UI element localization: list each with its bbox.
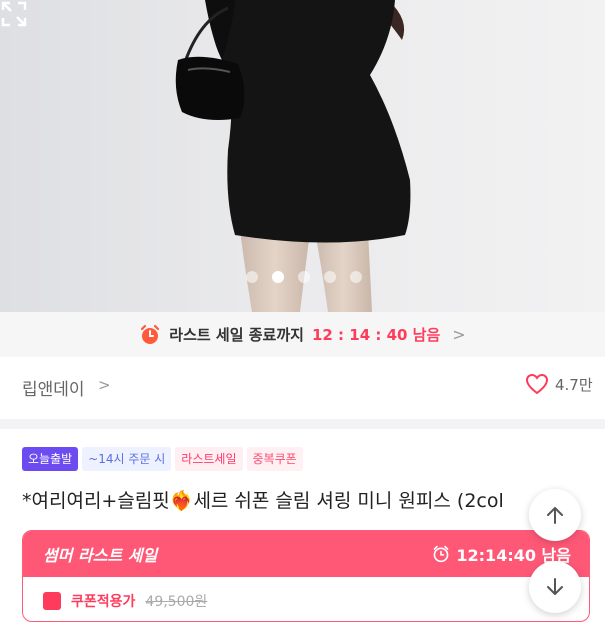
arrow-down-icon bbox=[547, 578, 563, 595]
carousel-dot[interactable] bbox=[246, 271, 258, 283]
sale-title: 썸머 라스트 세일 bbox=[43, 546, 158, 565]
badge-today-shipping: 오늘출발 bbox=[22, 447, 79, 471]
product-title: *여리여리+슬림핏❤️‍🔥세르 쉬폰 슬림 셔링 미니 원피스 (2col bbox=[22, 490, 504, 512]
last-sale-label: 라스트 세일 종료까지 bbox=[169, 326, 304, 344]
carousel-indicator[interactable] bbox=[246, 271, 362, 283]
badge-last-sale: 라스트세일 bbox=[175, 447, 243, 471]
badge-stackable-coupon: 중복쿠폰 bbox=[246, 447, 303, 471]
carousel-dot-active[interactable] bbox=[272, 271, 284, 283]
sale-body: 쿠폰적용가 49,500원 bbox=[23, 577, 589, 621]
carousel-dot[interactable] bbox=[324, 271, 336, 283]
chevron-right-icon: > bbox=[452, 325, 466, 344]
product-image[interactable] bbox=[0, 0, 605, 312]
alarm-clock-icon bbox=[141, 324, 160, 344]
heart-icon bbox=[525, 373, 549, 395]
carousel-dot[interactable] bbox=[350, 271, 362, 283]
alarm-clock-icon bbox=[434, 545, 449, 563]
last-sale-countdown: 12 : 14 : 40 남음 bbox=[311, 326, 441, 344]
product-photo bbox=[0, 0, 605, 312]
store-name-link[interactable]: 립앤데이 bbox=[22, 375, 85, 400]
expand-icon[interactable] bbox=[0, 0, 28, 28]
scroll-up-button[interactable] bbox=[529, 489, 581, 541]
scroll-down-button[interactable] bbox=[529, 561, 581, 613]
like-count: 4.7만 bbox=[555, 375, 593, 394]
chevron-right-icon: > bbox=[98, 376, 111, 394]
coupon-price-label: 쿠폰적용가 bbox=[71, 594, 136, 610]
store-row: 립앤데이 > 4.7만 bbox=[0, 357, 605, 429]
sale-header: 썸머 라스트 세일 12:14:40 남음 bbox=[23, 531, 589, 577]
arrow-up-icon bbox=[547, 507, 563, 524]
last-sale-timer-strip[interactable]: 라스트 세일 종료까지 12 : 14 : 40 남음 > bbox=[0, 312, 605, 357]
coupon-icon bbox=[43, 592, 61, 610]
product-badges: 오늘출발 ~14시 주문 시 라스트세일 중복쿠폰 bbox=[22, 447, 303, 471]
summer-last-sale-box[interactable]: 썸머 라스트 세일 12:14:40 남음 쿠폰적용가 49,500원 bbox=[22, 530, 590, 622]
coupon-price: 49,500원 bbox=[145, 594, 208, 610]
badge-order-cutoff: ~14시 주문 시 bbox=[82, 447, 172, 471]
like-button[interactable]: 4.7만 bbox=[525, 373, 593, 395]
carousel-dot[interactable] bbox=[298, 271, 310, 283]
